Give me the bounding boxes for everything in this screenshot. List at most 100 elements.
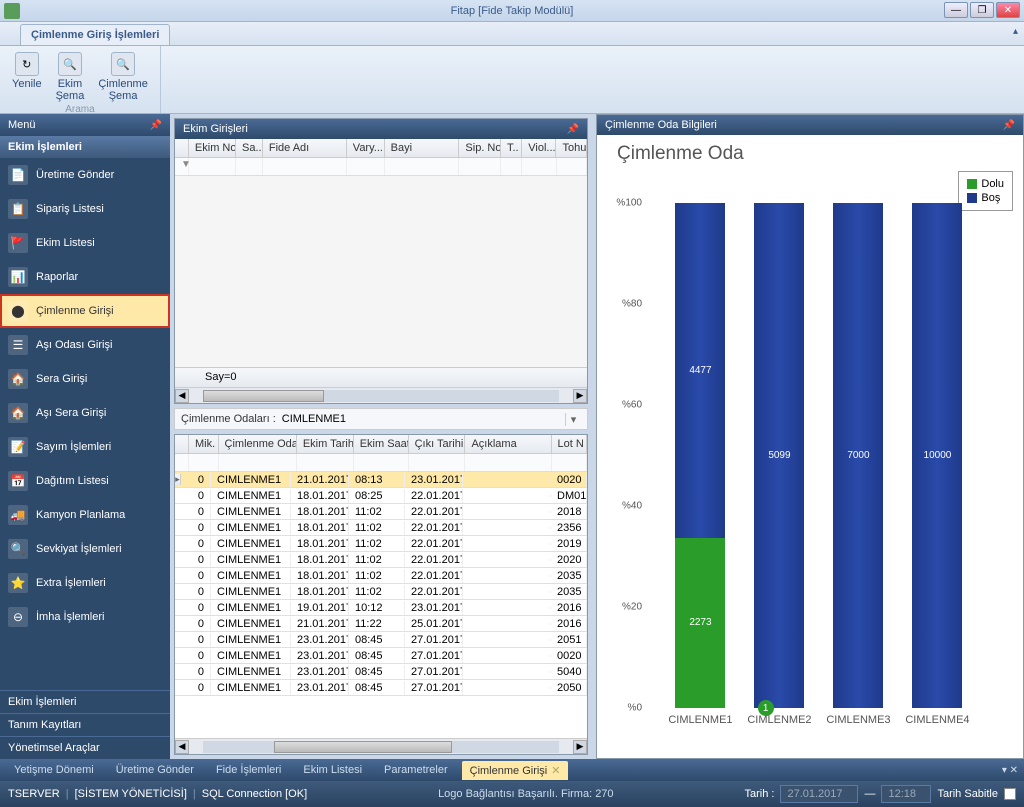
col-header[interactable]: Tohu — [556, 139, 587, 157]
sidebar-item-7[interactable]: 🏠Aşı Sera Girişi — [0, 396, 170, 430]
oda-grid-filter-row[interactable] — [175, 454, 587, 472]
table-row[interactable]: 0CIMLENME123.01.201708:4527.01.20172050 — [175, 680, 587, 696]
sidebar-bottom-item-2[interactable]: Yönetimsel Araçlar — [0, 736, 170, 759]
col-header[interactable]: Vary... — [347, 139, 385, 157]
table-row[interactable]: ▸0CIMLENME121.01.201708:1323.01.20170020 — [175, 472, 587, 488]
col-header[interactable]: Lot N — [552, 435, 587, 453]
tarih-sabitle-checkbox[interactable] — [1004, 788, 1016, 800]
sidebar-item-label: İmha İşlemleri — [36, 611, 104, 623]
bar-label: CIMLENME3 — [826, 714, 890, 726]
cimlenme-sema-button[interactable]: 🔍 Çimlenme Şema — [94, 50, 152, 104]
scroll-left-icon[interactable]: ◀ — [175, 740, 189, 754]
ekim-grid-filter-row[interactable]: ▼ — [175, 158, 587, 176]
chart-legend: Dolu Boş — [958, 171, 1013, 211]
ekim-panel-title: Ekim Girişleri — [183, 123, 248, 135]
doc-tab-0[interactable]: Yetişme Dönemi — [6, 761, 102, 779]
date-sep: — — [864, 788, 875, 800]
table-row[interactable]: 0CIMLENME118.01.201711:0222.01.20172020 — [175, 552, 587, 568]
doc-tab-5[interactable]: Çimlenme Girişi✕ — [462, 761, 569, 780]
sidebar-item-label: Raporlar — [36, 271, 78, 283]
chart-panel: Çimlenme Oda Bilgileri 📌 Çimlenme Oda Do… — [596, 114, 1024, 759]
scroll-right-icon[interactable]: ▶ — [573, 389, 587, 403]
ekim-sema-button[interactable]: 🔍 Ekim Şema — [52, 50, 89, 104]
scroll-left-icon[interactable]: ◀ — [175, 389, 189, 403]
scroll-thumb[interactable] — [203, 390, 324, 402]
ribbon-tabs: Çimlenme Giriş İşlemleri ▴ — [0, 22, 1024, 46]
table-row[interactable]: 0CIMLENME118.01.201711:0222.01.20172019 — [175, 536, 587, 552]
time-input[interactable]: 12:18 — [881, 785, 931, 803]
col-header[interactable]: Çıkı Tarihi — [409, 435, 466, 453]
col-header[interactable]: Fide Adı — [263, 139, 347, 157]
table-row[interactable]: 0CIMLENME123.01.201708:4527.01.20175040 — [175, 664, 587, 680]
sidebar-item-9[interactable]: 📅Dağıtım Listesi — [0, 464, 170, 498]
sidebar-item-12[interactable]: ⭐Extra İşlemleri — [0, 566, 170, 600]
tab-controls[interactable]: ▾ ✕ — [1002, 765, 1018, 776]
window-titlebar: Fitap [Fide Takip Modülü] — ❐ ✕ — [0, 0, 1024, 22]
sidebar-item-icon: 🏠 — [8, 369, 28, 389]
ribbon-group-arama: ↻ Yenile 🔍 Ekim Şema 🔍 Çimlenme Şema Ara… — [0, 46, 161, 113]
sidebar-item-0[interactable]: 📄Üretime Gönder — [0, 158, 170, 192]
minimize-button[interactable]: — — [944, 2, 968, 18]
sidebar-bottom-item-0[interactable]: Ekim İşlemleri — [0, 690, 170, 713]
sidebar-item-13[interactable]: ⊖İmha İşlemleri — [0, 600, 170, 634]
bar-label: CIMLENME1 — [668, 714, 732, 726]
cimlenme-oda-select[interactable]: CIMLENME1 — [280, 411, 565, 427]
sidebar-item-label: Dağıtım Listesi — [36, 475, 109, 487]
table-row[interactable]: 0CIMLENME123.01.201708:4527.01.20172051 — [175, 632, 587, 648]
scroll-right-icon[interactable]: ▶ — [573, 740, 587, 754]
col-header[interactable]: Ekim No — [189, 139, 236, 157]
pin-icon[interactable]: 📌 — [567, 124, 579, 135]
sidebar-item-6[interactable]: 🏠Sera Girişi — [0, 362, 170, 396]
scroll-thumb[interactable] — [274, 741, 452, 753]
table-row[interactable]: 0CIMLENME119.01.201710:1223.01.20172016 — [175, 600, 587, 616]
table-row[interactable]: 0CIMLENME118.01.201711:0222.01.20172356 — [175, 520, 587, 536]
table-row[interactable]: 0CIMLENME118.01.201711:0222.01.20172035 — [175, 568, 587, 584]
doc-tab-2[interactable]: Fide İşlemleri — [208, 761, 289, 779]
chart-title: Çimlenme Oda — [617, 143, 1015, 165]
ekim-grid-footer: Say=0 — [175, 367, 587, 387]
ekim-hscrollbar[interactable]: ◀ ▶ — [175, 387, 587, 403]
pin-icon[interactable]: 📌 — [150, 120, 162, 131]
col-header[interactable]: Açıklama — [465, 435, 551, 453]
sidebar-item-2[interactable]: 🚩Ekim Listesi — [0, 226, 170, 260]
table-row[interactable]: 0CIMLENME118.01.201711:0222.01.20172018 — [175, 504, 587, 520]
sidebar-item-1[interactable]: 📋Sipariş Listesi — [0, 192, 170, 226]
table-row[interactable]: 0CIMLENME118.01.201711:0222.01.20172035 — [175, 584, 587, 600]
col-header[interactable]: Ekim Tarihi — [297, 435, 354, 453]
table-row[interactable]: 0CIMLENME121.01.201711:2225.01.20172016 — [175, 616, 587, 632]
col-header[interactable]: Viol... — [522, 139, 556, 157]
maximize-button[interactable]: ❐ — [970, 2, 994, 18]
doc-tab-4[interactable]: Parametreler — [376, 761, 456, 779]
col-header[interactable]: Çimlenme Odası — [219, 435, 297, 453]
col-header[interactable]: Sip. No — [459, 139, 501, 157]
sidebar-item-4[interactable]: ⬤Çimlenme Girişi — [0, 294, 170, 328]
table-row[interactable]: 0CIMLENME118.01.201708:2522.01.2017DM01 — [175, 488, 587, 504]
col-header[interactable]: Bayi — [385, 139, 460, 157]
sidebar-item-8[interactable]: 📝Sayım İşlemleri — [0, 430, 170, 464]
status-sql: SQL Connection [OK] — [202, 788, 307, 800]
ribbon-tab-cimlenme[interactable]: Çimlenme Giriş İşlemleri — [20, 24, 170, 45]
sidebar-item-3[interactable]: 📊Raporlar — [0, 260, 170, 294]
tarih-sabitle-label: Tarih Sabitle — [937, 788, 998, 800]
oda-hscrollbar[interactable]: ◀ ▶ — [175, 738, 587, 754]
col-header[interactable]: Sa... — [236, 139, 263, 157]
pin-icon[interactable]: 📌 — [1003, 120, 1015, 131]
date-input-1[interactable]: 27.01.2017 — [780, 785, 858, 803]
close-tab-icon[interactable]: ✕ — [551, 765, 560, 777]
col-header[interactable]: Ekim Saati — [354, 435, 409, 453]
doc-tab-1[interactable]: Üretime Gönder — [108, 761, 202, 779]
sidebar-item-label: Sipariş Listesi — [36, 203, 104, 215]
col-header[interactable]: T.. — [501, 139, 522, 157]
sidebar-bottom-item-1[interactable]: Tanım Kayıtları — [0, 713, 170, 736]
ribbon-collapse-icon[interactable]: ▴ — [1013, 26, 1018, 37]
sidebar-item-11[interactable]: 🔍Sevkiyat İşlemleri — [0, 532, 170, 566]
col-header[interactable]: Mik. — [189, 435, 219, 453]
table-row[interactable]: 0CIMLENME123.01.201708:4527.01.20170020 — [175, 648, 587, 664]
sidebar-item-10[interactable]: 🚚Kamyon Planlama — [0, 498, 170, 532]
doc-tab-3[interactable]: Ekim Listesi — [295, 761, 370, 779]
close-button[interactable]: ✕ — [996, 2, 1020, 18]
chevron-down-icon[interactable]: ▾ — [565, 413, 581, 426]
sidebar-item-5[interactable]: ☰Aşı Odası Girişi — [0, 328, 170, 362]
sidebar-item-label: Aşı Odası Girişi — [36, 339, 112, 351]
yenile-button[interactable]: ↻ Yenile — [8, 50, 46, 104]
